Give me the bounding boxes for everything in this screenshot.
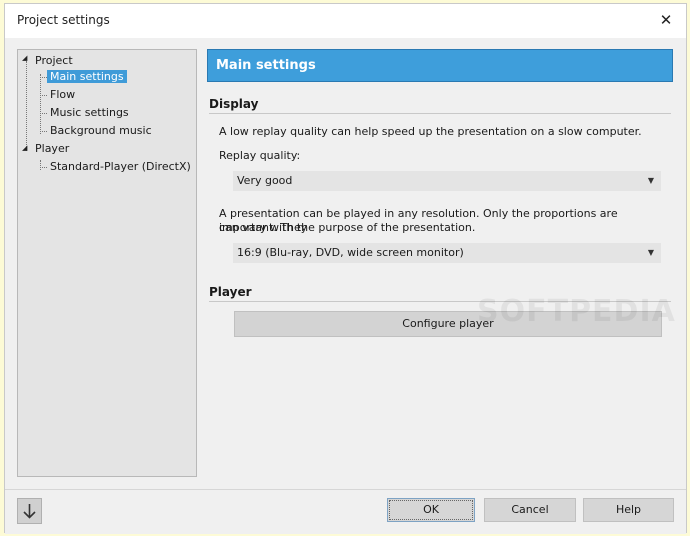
quality-label: Replay quality: [219, 149, 301, 162]
resolution-description-line-2: can vary with the purpose of the present… [219, 221, 476, 234]
section-player-title: Player [209, 285, 671, 302]
help-button-label: Help [615, 503, 642, 516]
tree-item-player[interactable]: Player [32, 141, 72, 157]
settings-content: Main settings Display A low replay quali… [207, 49, 675, 479]
expanded-triangle-icon[interactable]: ◢ [22, 144, 31, 153]
tree-item-label: Player [35, 142, 70, 155]
replay-quality-select[interactable]: Very good ▼ [233, 171, 661, 191]
page-title: Main settings [207, 49, 673, 82]
tree-item-flow[interactable]: Flow [47, 87, 78, 103]
expanded-triangle-icon[interactable]: ◢ [22, 54, 31, 63]
resolution-value: 16:9 (Blu-ray, DVD, wide screen monitor) [237, 246, 464, 259]
arrow-down-icon [23, 504, 36, 519]
tree-item-label: Standard-Player (DirectX) [50, 160, 191, 173]
tree-item-label: Music settings [50, 106, 129, 119]
cancel-button[interactable]: Cancel [484, 498, 576, 522]
quality-description: A low replay quality can help speed up t… [219, 125, 642, 138]
title-bar: Project settings ✕ [5, 4, 686, 38]
configure-player-button[interactable]: Configure player [234, 311, 662, 337]
tree-item-background-music[interactable]: Background music [47, 123, 155, 139]
tree-item-main-settings[interactable]: Main settings [47, 69, 127, 85]
tree-item-project[interactable]: Project [32, 53, 76, 69]
project-settings-window: Project settings ✕ ◢ Project Main settin… [4, 3, 687, 534]
tree-item-label: Project [35, 54, 73, 67]
tree-item-label: Background music [50, 124, 152, 137]
cancel-button-label: Cancel [511, 503, 549, 516]
dialog-footer: OK Cancel Help [5, 489, 686, 534]
move-down-button[interactable] [17, 498, 42, 524]
help-button[interactable]: Help [583, 498, 674, 522]
resolution-select[interactable]: 16:9 (Blu-ray, DVD, wide screen monitor)… [233, 243, 661, 263]
ok-button-label: OK [423, 503, 439, 516]
tree-item-standard-player[interactable]: Standard-Player (DirectX) [47, 159, 194, 175]
section-display-title: Display [209, 97, 671, 114]
ok-button[interactable]: OK [387, 498, 475, 522]
tree-item-music-settings[interactable]: Music settings [47, 105, 132, 121]
tree-item-label: Flow [50, 88, 76, 101]
window-title: Project settings [17, 13, 110, 27]
replay-quality-value: Very good [237, 174, 293, 187]
chevron-down-icon: ▼ [647, 176, 654, 185]
settings-tree: ◢ Project Main settings Flow Music setti… [17, 49, 197, 477]
close-icon[interactable]: ✕ [656, 10, 676, 30]
chevron-down-icon: ▼ [647, 248, 654, 257]
tree-item-label: Main settings [47, 70, 127, 83]
